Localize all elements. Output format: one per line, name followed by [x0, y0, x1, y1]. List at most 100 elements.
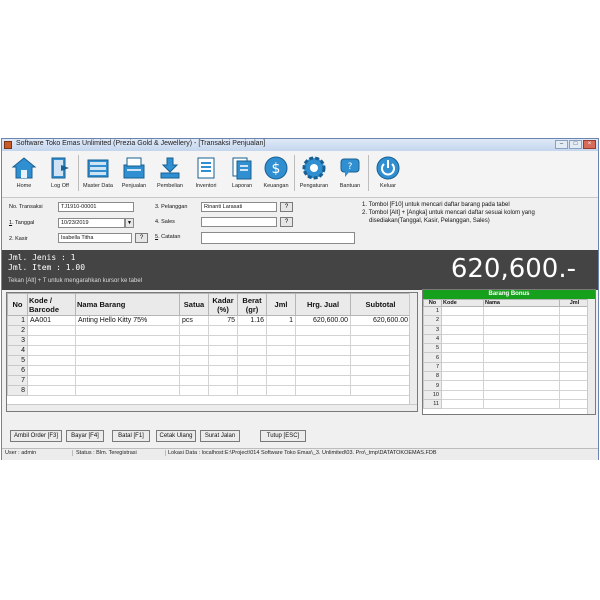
bonus-row[interactable]: 2 [423, 315, 590, 326]
cell-subtotal[interactable] [350, 385, 411, 396]
bonus-cell-nama[interactable] [483, 333, 560, 345]
cell-harga[interactable] [295, 325, 351, 336]
bonus-cell-nama[interactable] [483, 315, 560, 326]
tanggal-field[interactable]: 10/23/2019 [58, 218, 125, 228]
bonus-col-header-jml[interactable]: Jml [559, 299, 590, 307]
toolbar-pengaturan-button[interactable]: Pengaturan [298, 155, 330, 195]
bonus-col-header-kode[interactable]: Kode [441, 299, 484, 307]
bonus-cell-nama[interactable] [483, 361, 560, 373]
bonus-cell-kode[interactable] [441, 361, 484, 373]
cell-jml[interactable] [266, 365, 296, 376]
bonus-cell-kode[interactable] [441, 389, 484, 400]
bonus-vertical-scrollbar[interactable] [587, 299, 595, 414]
cell-jml[interactable] [266, 375, 296, 386]
cell-jml[interactable] [266, 335, 296, 346]
cell-nama[interactable] [75, 325, 180, 336]
bonus-cell-nama[interactable] [483, 380, 560, 391]
cell-kadar[interactable] [208, 375, 238, 386]
bonus-cell-kode[interactable] [441, 352, 484, 363]
bonus-cell-jml[interactable] [559, 380, 590, 391]
bonus-cell-nama[interactable] [483, 398, 560, 410]
col-header-berat[interactable]: Berat (gr) [237, 293, 267, 316]
toolbar-bantuan-button[interactable]: ? Bantuan [334, 155, 366, 195]
bonus-row[interactable]: 11 [423, 398, 590, 410]
cell-harga[interactable] [295, 355, 351, 366]
cell-harga[interactable] [295, 345, 351, 356]
catatan-field[interactable] [201, 232, 355, 244]
col-header-no[interactable]: No [7, 293, 28, 316]
cell-nama[interactable] [75, 365, 180, 376]
bonus-cell-jml[interactable] [559, 343, 590, 354]
pelanggan-lookup-button[interactable]: ? [280, 202, 293, 212]
cell-berat[interactable] [237, 355, 267, 366]
bonus-cell-kode[interactable] [441, 380, 484, 391]
cell-berat[interactable] [237, 375, 267, 386]
cell-nama[interactable] [75, 345, 180, 356]
cell-berat[interactable] [237, 335, 267, 346]
surat-jalan-button[interactable]: Surat Jalan [200, 430, 240, 442]
cell-satuan[interactable] [179, 355, 209, 366]
toolbar-pembelian-button[interactable]: Pembelian [154, 155, 186, 195]
col-header-kadar[interactable]: Kadar (%) [208, 293, 238, 316]
sales-field[interactable] [201, 217, 277, 227]
cell-berat[interactable] [237, 325, 267, 336]
cell-jml[interactable] [266, 355, 296, 366]
cell-kode[interactable] [27, 335, 76, 346]
items-horizontal-scrollbar[interactable] [7, 404, 417, 411]
bonus-row[interactable]: 7 [423, 361, 590, 373]
bonus-row[interactable]: 6 [423, 352, 590, 363]
cell-berat[interactable] [237, 345, 267, 356]
bonus-cell-jml[interactable] [559, 352, 590, 363]
cell-kadar[interactable] [208, 365, 238, 376]
toolbar-keuangan-button[interactable]: $ Keuangan [260, 155, 292, 195]
cell-kode[interactable] [27, 345, 76, 356]
table-row[interactable]: 7 [7, 375, 411, 386]
cell-kode[interactable] [27, 385, 76, 396]
cell-berat[interactable] [237, 385, 267, 396]
cell-jml[interactable] [266, 345, 296, 356]
col-header-jml[interactable]: Jml [266, 293, 296, 316]
cell-kadar[interactable] [208, 335, 238, 346]
cell-nama[interactable] [75, 335, 180, 346]
bonus-cell-jml[interactable] [559, 324, 590, 335]
bonus-cell-nama[interactable] [483, 371, 560, 382]
cell-kode[interactable] [27, 365, 76, 376]
bonus-cell-kode[interactable] [441, 315, 484, 326]
bonus-cell-kode[interactable] [441, 371, 484, 382]
bonus-cell-nama[interactable] [483, 389, 560, 400]
cell-subtotal[interactable] [350, 375, 411, 386]
cell-kadar[interactable]: 75 [208, 315, 238, 326]
bonus-cell-jml[interactable] [559, 315, 590, 326]
bonus-col-header-no[interactable]: No [423, 299, 442, 307]
no-transaksi-field[interactable]: TJ1910-00001 [58, 202, 134, 212]
cell-satuan[interactable] [179, 325, 209, 336]
cell-satuan[interactable] [179, 335, 209, 346]
bonus-cell-kode[interactable] [441, 398, 484, 410]
cell-satuan[interactable]: pcs [179, 315, 209, 326]
cell-kode[interactable] [27, 375, 76, 386]
bonus-grid[interactable]: Barang Bonus No Kode Nama Jml 1 2 3 4 5 … [422, 289, 596, 415]
items-grid[interactable]: No Kode / Barcode Nama Barang Satua Kada… [6, 292, 418, 412]
cell-subtotal[interactable] [350, 355, 411, 366]
bonus-cell-kode[interactable] [441, 333, 484, 345]
cell-nama[interactable]: Anting Hello Kitty 75% [75, 315, 180, 326]
close-button[interactable]: × [583, 140, 596, 149]
cell-subtotal[interactable] [350, 325, 411, 336]
toolbar-penjualan-button[interactable]: Penjualan [118, 155, 150, 195]
cell-kode[interactable] [27, 355, 76, 366]
col-header-harga[interactable]: Hrg. Jual [295, 293, 351, 316]
cetak-ulang-button[interactable]: Cetak Ulang [156, 430, 196, 442]
bonus-cell-jml[interactable] [559, 361, 590, 373]
bonus-row[interactable]: 5 [423, 343, 590, 354]
table-row[interactable]: 4 [7, 345, 411, 356]
bonus-cell-nama[interactable] [483, 352, 560, 363]
cell-subtotal[interactable] [350, 345, 411, 356]
cell-harga[interactable] [295, 335, 351, 346]
bonus-cell-kode[interactable] [441, 343, 484, 354]
tanggal-dropdown-icon[interactable]: ▼ [125, 218, 134, 228]
pelanggan-field[interactable]: Rinanti Larasati [201, 202, 277, 212]
cell-kadar[interactable] [208, 385, 238, 396]
bonus-cell-jml[interactable] [559, 333, 590, 345]
col-header-nama[interactable]: Nama Barang [75, 293, 180, 316]
table-row[interactable]: 3 [7, 335, 411, 346]
